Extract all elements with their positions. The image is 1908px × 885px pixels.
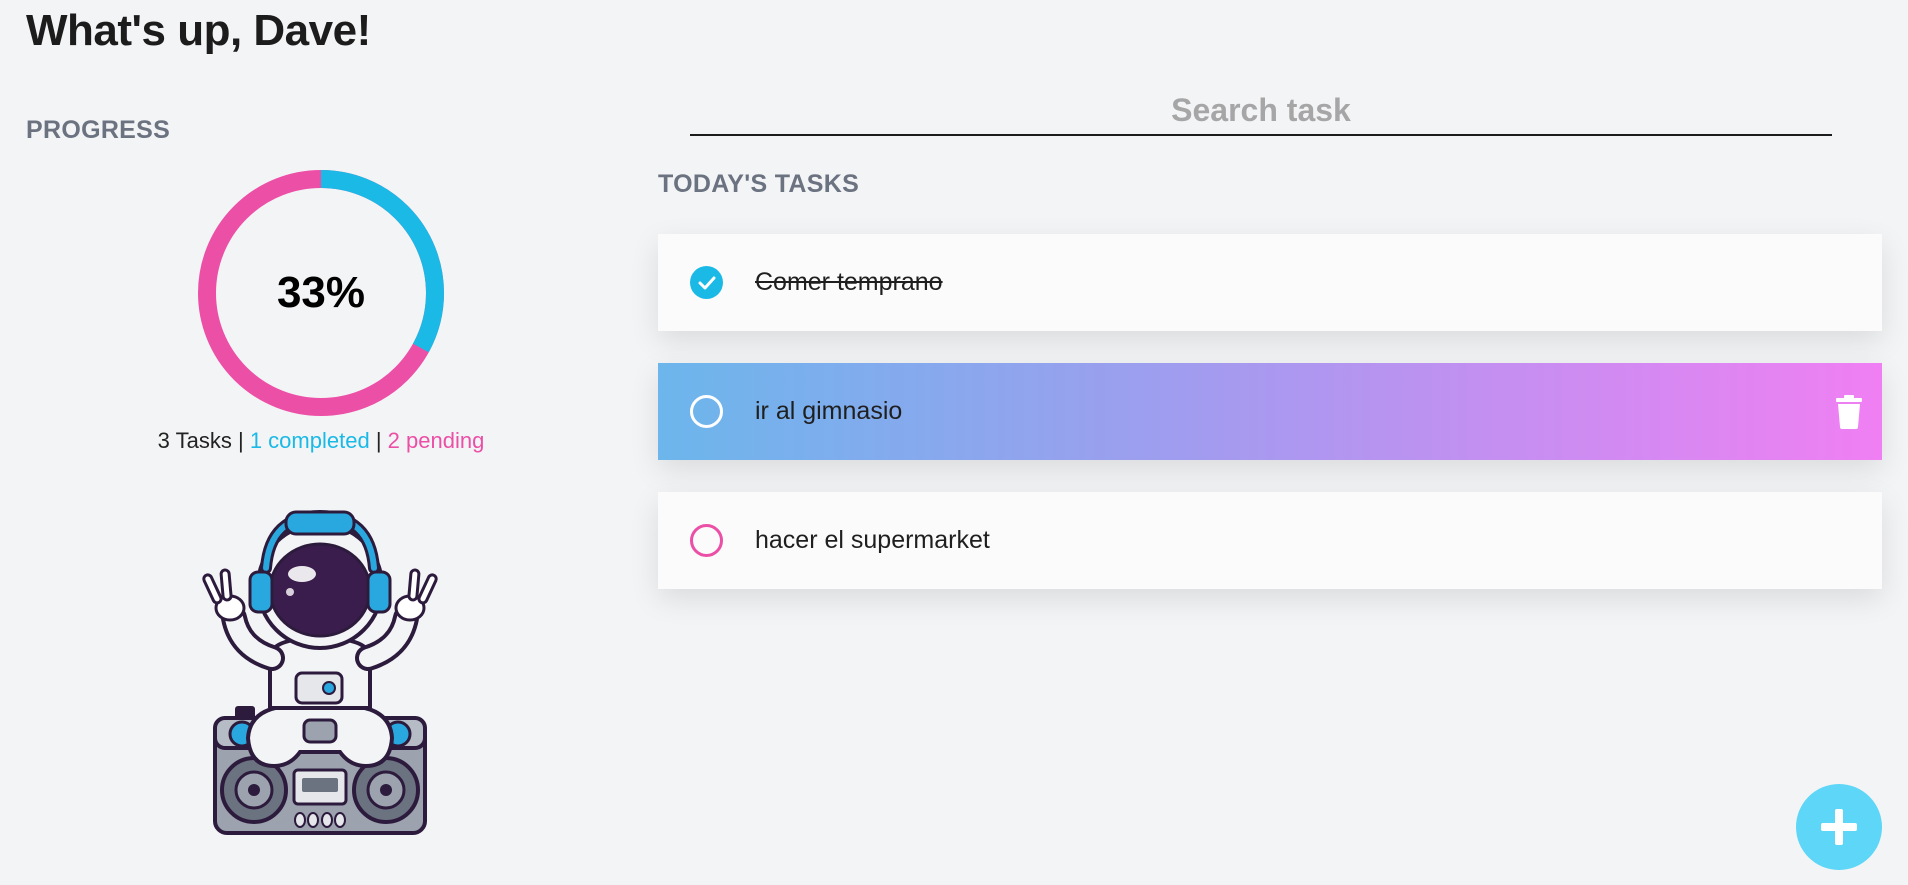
add-task-button[interactable] xyxy=(1796,784,1882,870)
trash-icon[interactable] xyxy=(1834,395,1864,429)
progress-ring: 33% xyxy=(196,168,446,418)
search-input[interactable] xyxy=(690,86,1832,136)
greeting-title: What's up, Dave! xyxy=(26,6,371,55)
task-checkbox-checked[interactable] xyxy=(690,266,723,299)
total-tasks: 3 Tasks xyxy=(157,428,232,453)
progress-heading: PROGRESS xyxy=(26,116,171,144)
task-checkbox[interactable] xyxy=(690,395,723,428)
task-text: Comer temprano xyxy=(755,268,943,296)
task-item[interactable]: Comer temprano xyxy=(658,234,1882,331)
task-text: ir al gimnasio xyxy=(755,397,903,425)
pending-count: 2 pending xyxy=(387,428,485,453)
app-page: What's up, Dave! PROGRESS 33% 3 Tasks | … xyxy=(0,0,1908,885)
plus-icon xyxy=(1821,809,1857,845)
completed-count: 1 completed xyxy=(249,428,370,453)
stats-separator: | xyxy=(375,428,382,453)
task-text: hacer el supermarket xyxy=(755,526,990,554)
progress-percent: 33% xyxy=(276,268,366,317)
task-item[interactable]: ir al gimnasio xyxy=(658,363,1882,460)
check-icon xyxy=(698,276,716,290)
astronaut-dj-illustration xyxy=(202,509,438,835)
task-item[interactable]: hacer el supermarket xyxy=(658,492,1882,589)
task-checkbox[interactable] xyxy=(690,524,723,557)
tasks-heading: TODAY'S TASKS xyxy=(658,170,860,198)
task-stats: 3 Tasks | 1 completed | 2 pending xyxy=(100,428,542,454)
stats-separator: | xyxy=(237,428,244,453)
